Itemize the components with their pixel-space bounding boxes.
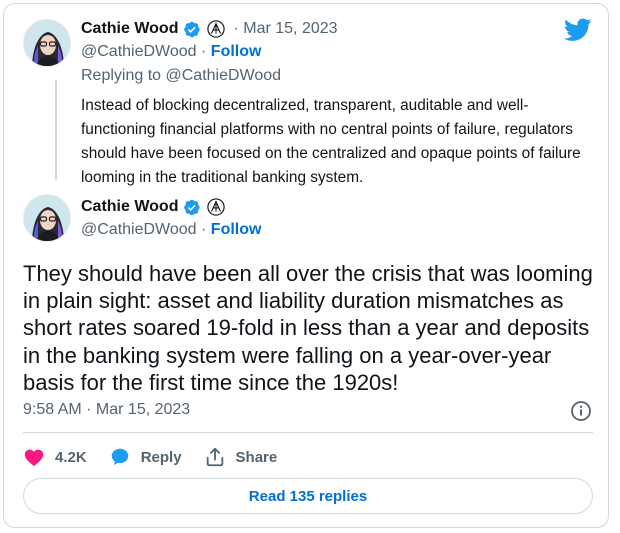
- ark-badge-icon[interactable]: [207, 198, 226, 216]
- avatar-image: [24, 20, 70, 66]
- tweet-date[interactable]: · Mar 15, 2023: [233, 20, 337, 38]
- avatar[interactable]: [23, 19, 71, 67]
- share-upload-icon: [206, 447, 223, 467]
- author-handle[interactable]: @CathieDWood: [81, 221, 197, 238]
- author-name[interactable]: Cathie Wood: [81, 198, 178, 216]
- share-label: Share: [235, 448, 278, 466]
- share-button[interactable]: Share: [204, 446, 278, 468]
- heart-icon: [24, 449, 44, 466]
- avatar[interactable]: [23, 194, 71, 242]
- separator-dot: ·: [201, 221, 207, 238]
- replying-to-label[interactable]: Replying to @CathieDWood: [81, 67, 281, 85]
- like-button[interactable]: 4.2K: [23, 446, 87, 468]
- tweet-embed-card: Cathie Wood · Mar 15, 2023 @CathieDWood …: [3, 3, 609, 528]
- info-icon[interactable]: [570, 400, 592, 422]
- reply-label: Reply: [140, 448, 182, 466]
- author-handle[interactable]: @CathieDWood: [81, 43, 197, 60]
- main-tweet-text: They should have been all over the crisi…: [23, 261, 593, 395]
- verified-badge-icon: [184, 21, 201, 37]
- avatar-image: [24, 195, 70, 241]
- tweet-timestamp[interactable]: 9:58 AM · Mar 15, 2023: [23, 401, 190, 419]
- quoted-tweet-header: Cathie Wood · Mar 15, 2023 @CathieDWood …: [81, 19, 338, 63]
- author-name[interactable]: Cathie Wood: [81, 20, 178, 38]
- divider: [23, 432, 593, 433]
- twitter-bird-icon[interactable]: [564, 18, 592, 42]
- ark-badge-icon[interactable]: [207, 20, 226, 38]
- follow-button[interactable]: Follow: [211, 43, 262, 60]
- separator-dot: ·: [201, 43, 207, 60]
- like-count: 4.2K: [55, 448, 87, 466]
- thread-connector-line: [55, 80, 57, 180]
- reply-button[interactable]: Reply: [109, 446, 182, 468]
- tweet-actions: 4.2K Reply Share: [23, 444, 299, 470]
- main-tweet-header: Cathie Wood @CathieDWood · Follow: [81, 197, 261, 241]
- read-replies-button[interactable]: Read 135 replies: [23, 478, 593, 514]
- speech-bubble-icon: [111, 448, 128, 465]
- verified-badge-icon: [184, 199, 201, 215]
- follow-button[interactable]: Follow: [211, 221, 262, 238]
- quoted-tweet-text: Instead of blocking decentralized, trans…: [81, 97, 581, 186]
